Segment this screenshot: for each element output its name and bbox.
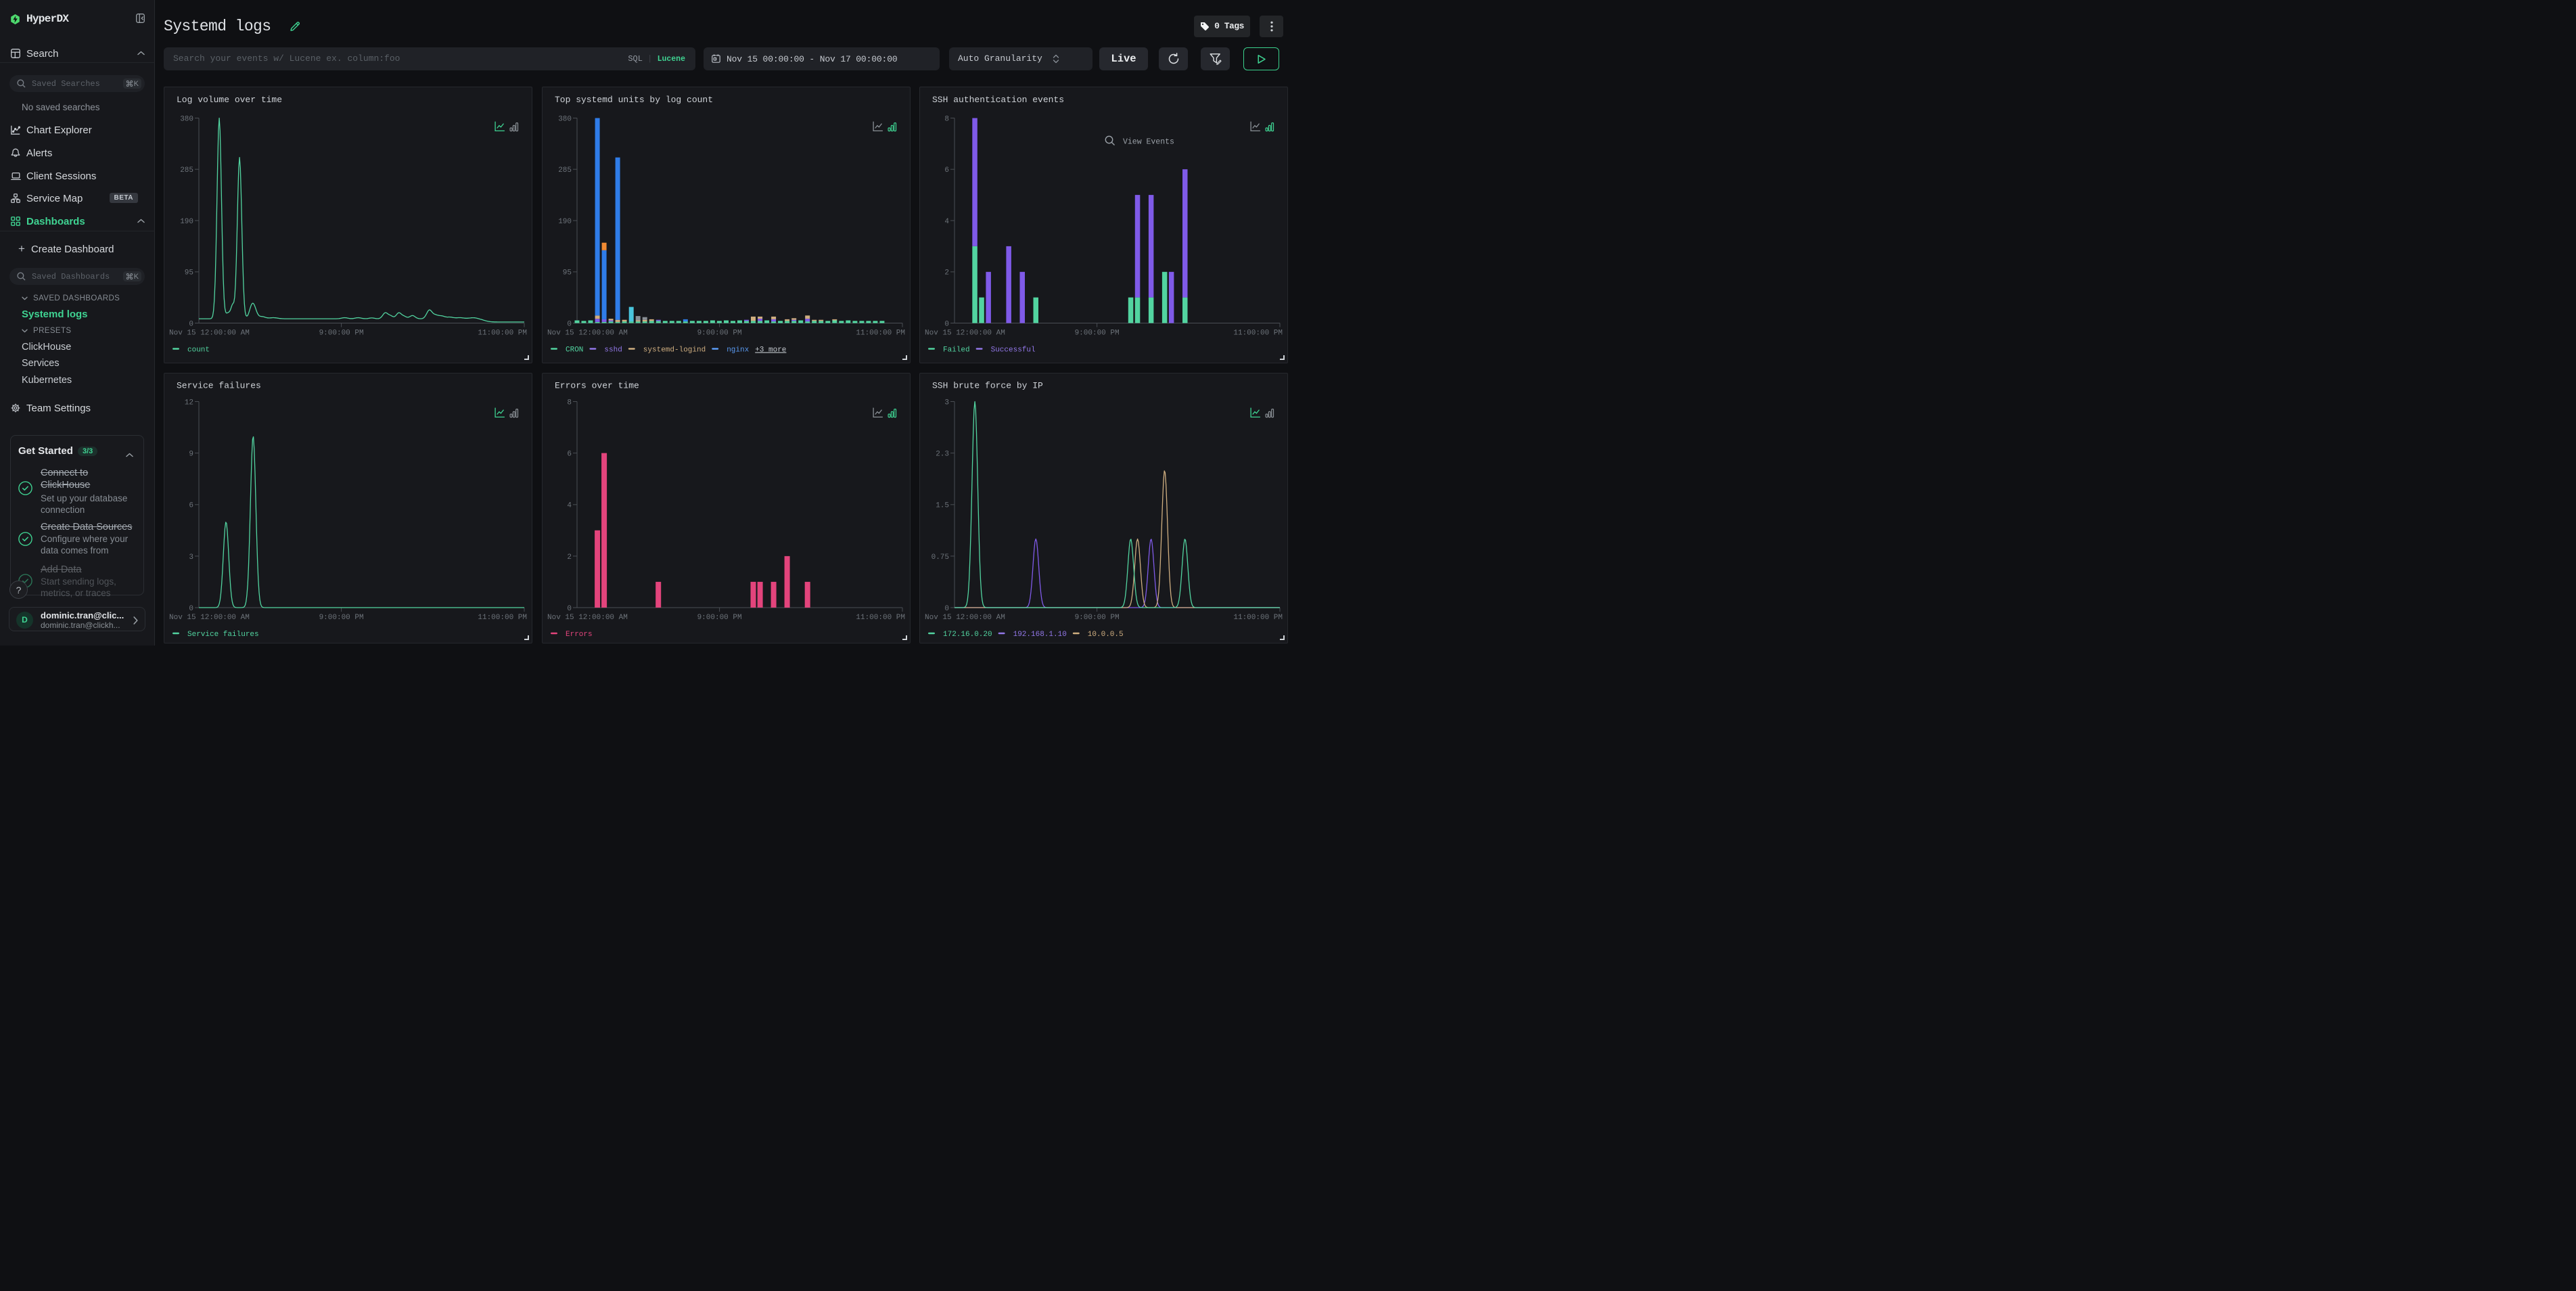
svg-text:Top systemd units by log count: Top systemd units by log count [555,95,713,105]
svg-text:2: 2 [944,269,949,277]
svg-text:count: count [187,346,210,354]
svg-text:9:00:00 PM: 9:00:00 PM [1075,329,1120,337]
svg-text:9:00:00 PM: 9:00:00 PM [1075,614,1120,622]
svg-text:View Events: View Events [1123,137,1174,146]
svg-text:190: 190 [180,217,193,225]
svg-text:Nov 15 12:00:00 AM: Nov 15 12:00:00 AM [547,329,628,337]
svg-text:190: 190 [558,217,572,225]
svg-text:11:00:00 PM: 11:00:00 PM [478,614,527,622]
svg-text:0: 0 [567,320,572,328]
svg-text:Nov 15 12:00:00 AM: Nov 15 12:00:00 AM [547,614,628,622]
svg-text:4: 4 [567,501,572,509]
svg-text:172.16.0.20: 172.16.0.20 [943,631,992,639]
svg-text:Service failures: Service failures [177,380,261,390]
svg-text:0: 0 [189,604,193,612]
svg-text:sshd: sshd [604,346,622,354]
svg-text:CRON: CRON [566,346,583,354]
svg-text:11:00:00 PM: 11:00:00 PM [1233,614,1283,622]
svg-text:0: 0 [944,604,949,612]
svg-text:nginx: nginx [727,346,749,354]
svg-text:95: 95 [562,269,571,277]
svg-text:1: 1 [715,58,716,60]
svg-text:3: 3 [944,399,949,407]
svg-text:Successful: Successful [991,346,1036,354]
svg-text:Nov 15 12:00:00 AM: Nov 15 12:00:00 AM [925,614,1005,622]
svg-text:8: 8 [944,115,949,123]
svg-text:1.5: 1.5 [936,501,949,509]
svg-text:285: 285 [180,166,193,175]
svg-text:Service failures: Service failures [187,631,259,639]
svg-text:380: 380 [558,115,572,123]
svg-text:11:00:00 PM: 11:00:00 PM [478,329,527,337]
svg-text:10.0.0.5: 10.0.0.5 [1088,631,1124,639]
svg-text:3: 3 [189,553,193,561]
svg-text:6: 6 [189,501,193,509]
svg-text:9:00:00 PM: 9:00:00 PM [319,329,364,337]
svg-text:285: 285 [558,166,572,175]
svg-text:Nov 15 12:00:00 AM: Nov 15 12:00:00 AM [925,329,1005,337]
svg-text:6: 6 [567,450,572,458]
svg-text:9:00:00 PM: 9:00:00 PM [697,614,741,622]
svg-text:Errors: Errors [566,631,593,639]
svg-text:12: 12 [185,399,193,407]
svg-text:systemd-logind: systemd-logind [643,346,705,354]
svg-text:Errors over time: Errors over time [555,380,639,390]
svg-text:Failed: Failed [943,346,970,354]
svg-text:SSH brute force by IP: SSH brute force by IP [932,380,1043,390]
svg-text:192.168.1.10: 192.168.1.10 [1013,631,1067,639]
svg-text:0: 0 [944,320,949,328]
svg-text:+3 more: +3 more [755,346,786,354]
svg-text:Log volume over time: Log volume over time [177,95,282,105]
svg-text:0: 0 [189,320,193,328]
svg-text:4: 4 [944,217,949,225]
svg-text:2.3: 2.3 [936,450,949,458]
svg-text:11:00:00 PM: 11:00:00 PM [856,329,905,337]
svg-text:380: 380 [180,115,193,123]
svg-text:9:00:00 PM: 9:00:00 PM [697,329,741,337]
svg-text:2: 2 [567,553,572,561]
svg-text:Nov 15 12:00:00 AM: Nov 15 12:00:00 AM [169,329,250,337]
svg-text:9: 9 [189,450,193,458]
svg-text:11:00:00 PM: 11:00:00 PM [1233,329,1283,337]
svg-text:11:00:00 PM: 11:00:00 PM [856,614,905,622]
svg-text:0.75: 0.75 [932,553,949,561]
svg-text:6: 6 [944,166,949,175]
svg-text:0: 0 [567,604,572,612]
svg-text:Nov 15 12:00:00 AM: Nov 15 12:00:00 AM [169,614,250,622]
svg-text:SSH authentication events: SSH authentication events [932,95,1064,105]
svg-text:8: 8 [567,399,572,407]
svg-text:9:00:00 PM: 9:00:00 PM [319,614,364,622]
svg-text:95: 95 [185,269,193,277]
